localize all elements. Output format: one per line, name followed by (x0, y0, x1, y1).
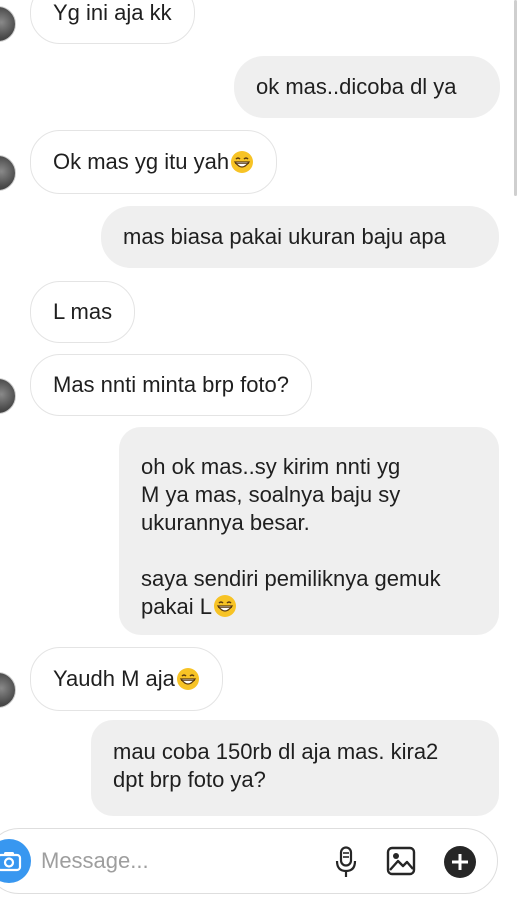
message-bubble-incoming[interactable]: Yg ini aja kk (30, 0, 195, 44)
grinning-face-emoji-icon (176, 668, 199, 690)
message-text: mas biasa pakai ukuran baju apa (123, 224, 446, 249)
message-text: mau coba 150rb dl aja mas. kira2 dpt brp… (113, 739, 439, 792)
message-bubble-outgoing[interactable]: mas biasa pakai ukuran baju apa (101, 206, 499, 268)
message-text: oh ok mas..sy kirim nnti yg M ya mas, so… (141, 454, 441, 619)
camera-icon (0, 852, 22, 872)
grinning-face-emoji-icon (213, 595, 236, 617)
message-text: ok mas..dicoba dl ya (256, 74, 457, 99)
message-bubble-incoming[interactable]: Ok mas yg itu yah (30, 130, 278, 194)
grinning-face-emoji-icon (231, 151, 254, 173)
message-bubble-incoming[interactable]: L mas (30, 281, 136, 343)
avatar[interactable] (0, 672, 16, 708)
microphone-icon[interactable] (335, 846, 357, 878)
message-text: Yg ini aja kk (53, 0, 172, 25)
message-text: L mas (53, 299, 113, 324)
message-bubble-outgoing[interactable]: mau coba 150rb dl aja mas. kira2 dpt brp… (91, 720, 499, 816)
avatar[interactable] (0, 6, 16, 42)
message-text: Ok mas yg itu yah (53, 149, 230, 174)
message-composer[interactable]: Message... (0, 828, 498, 894)
message-bubble-outgoing[interactable]: ok mas..dicoba dl ya (234, 56, 500, 118)
message-text: Yaudh M aja (53, 666, 175, 691)
avatar[interactable] (0, 155, 16, 191)
avatar[interactable] (0, 378, 16, 414)
message-thread: Yg ini aja kk ok mas..dicoba dl ya Ok ma… (0, 0, 520, 918)
scrollbar[interactable] (514, 0, 517, 196)
gallery-icon[interactable] (386, 846, 416, 876)
camera-button[interactable] (0, 839, 31, 883)
message-text: Mas nnti minta brp foto? (53, 372, 290, 397)
message-bubble-outgoing[interactable]: oh ok mas..sy kirim nnti yg M ya mas, so… (119, 427, 499, 635)
message-bubble-incoming[interactable]: Yaudh M aja (30, 647, 223, 711)
message-bubble-incoming[interactable]: Mas nnti minta brp foto? (30, 354, 313, 416)
plus-icon[interactable] (443, 845, 477, 879)
message-input[interactable]: Message... (41, 848, 149, 874)
